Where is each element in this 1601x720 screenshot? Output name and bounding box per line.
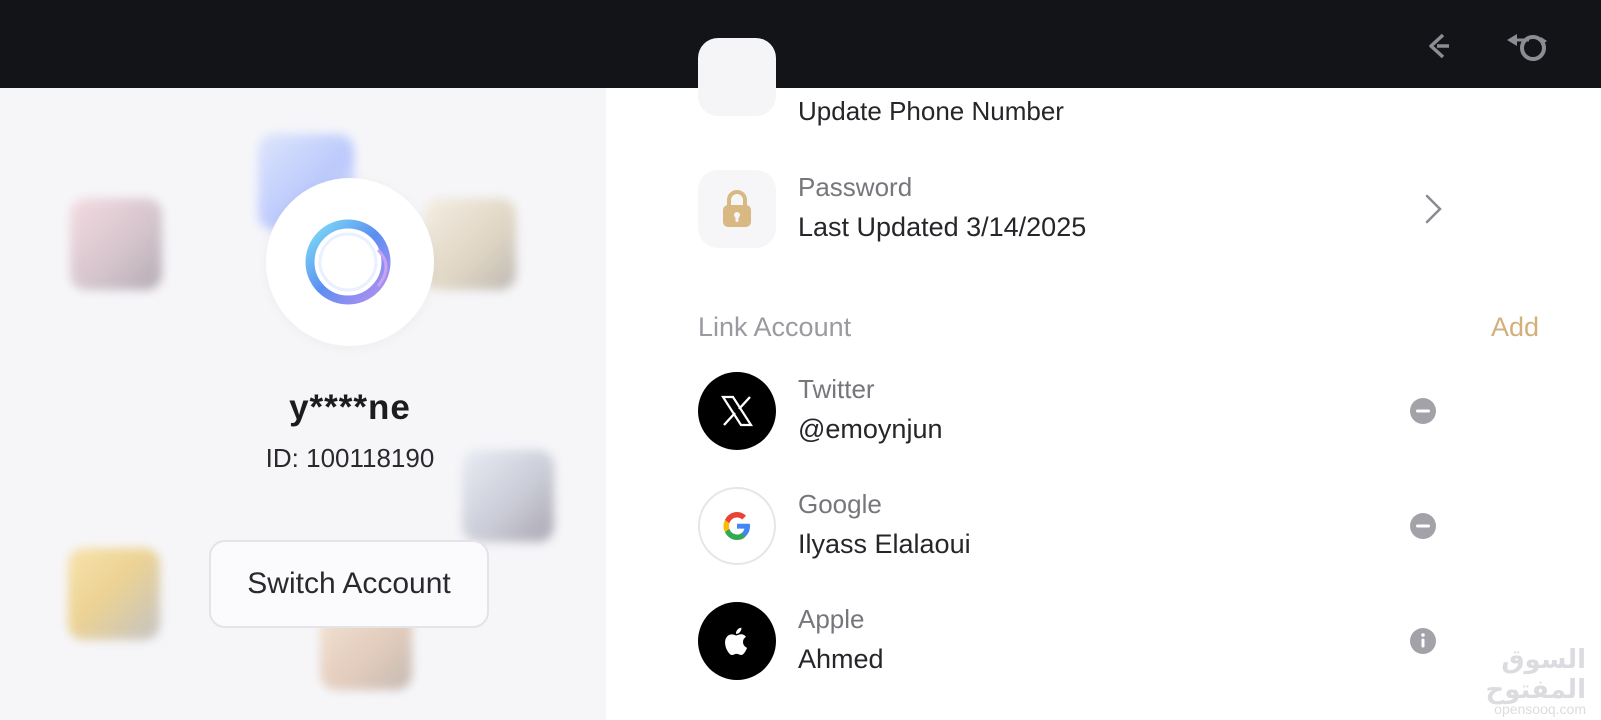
- user-id: ID: 100118190: [265, 443, 435, 473]
- google-logo-icon: [698, 487, 776, 565]
- watermark-arabic: السوق المفتوح: [1485, 645, 1586, 705]
- linked-account-google[interactable]: Google Ilyass Elalaoui: [698, 487, 1438, 565]
- password-row[interactable]: Password Last Updated 3/14/2025: [698, 170, 1442, 248]
- account-settings: Update Phone Number Password Last Update…: [606, 38, 1601, 720]
- account-provider: Twitter: [798, 374, 875, 404]
- x-logo-icon: [698, 372, 776, 450]
- refresh-icon[interactable]: [1502, 26, 1550, 66]
- username: y****ne: [289, 388, 411, 427]
- add-link-button[interactable]: Add: [1379, 312, 1539, 343]
- account-name: Ilyass Elalaoui: [798, 529, 971, 559]
- password-title: Password: [798, 172, 913, 202]
- apple-logo-icon: [698, 602, 776, 680]
- account-provider: Apple: [798, 604, 865, 634]
- minus-circle-icon[interactable]: [1408, 511, 1438, 541]
- phone-icon: [698, 38, 776, 116]
- account-provider: Google: [798, 489, 882, 519]
- game-thumbnail-bg: [70, 198, 162, 290]
- account-handle: @emoynjun: [798, 414, 943, 444]
- minus-circle-icon[interactable]: [1408, 396, 1438, 426]
- phone-title: Update Phone Number: [798, 96, 1064, 126]
- game-thumbnail-bg: [68, 548, 160, 640]
- update-phone-row[interactable]: Update Phone Number: [698, 38, 1438, 126]
- lock-icon: [698, 170, 776, 248]
- watermark-latin: opensooq.com: [1494, 701, 1586, 717]
- chevron-right-icon[interactable]: [1418, 192, 1448, 224]
- switch-account-button[interactable]: Switch Account: [209, 540, 489, 628]
- password-updated: Last Updated 3/14/2025: [798, 212, 1087, 242]
- ring-logo-icon: [305, 219, 391, 305]
- game-thumbnail-bg: [424, 198, 516, 290]
- watermark-logo: السوق المفتوح opensooq.com: [1426, 645, 1586, 717]
- avatar[interactable]: [266, 178, 434, 346]
- account-name: Ahmed: [798, 644, 884, 674]
- profile-panel: y****ne ID: 100118190 Switch Account: [0, 88, 606, 720]
- linked-account-apple[interactable]: Apple Ahmed: [698, 602, 1438, 680]
- link-account-label: Link Account: [698, 312, 852, 342]
- linked-account-twitter[interactable]: Twitter @emoynjun: [698, 372, 1438, 450]
